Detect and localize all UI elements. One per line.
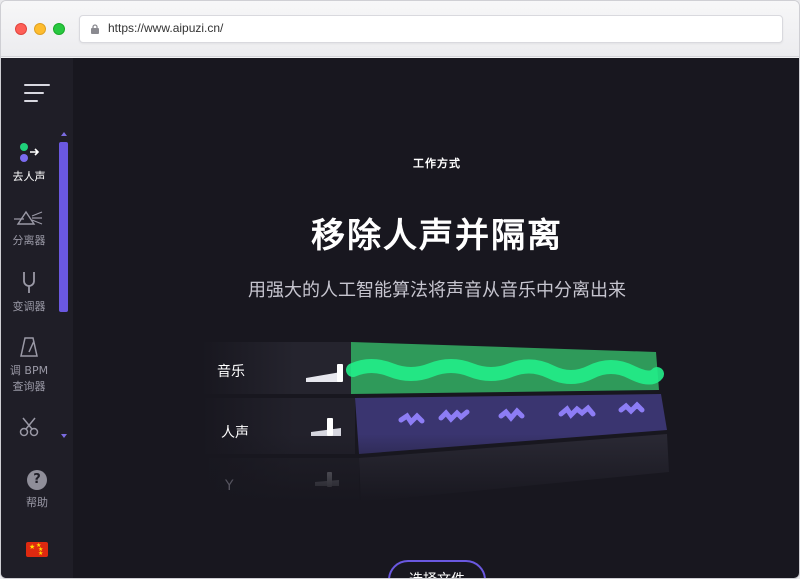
- china-flag-icon[interactable]: ★ ★ ★ ★: [26, 542, 48, 557]
- track-label-other: Y: [225, 478, 234, 494]
- sidebar-item-label: 去人声: [12, 170, 46, 183]
- scroll-up-arrow-icon[interactable]: [61, 132, 67, 136]
- lock-icon: [91, 24, 99, 34]
- menu-icon[interactable]: [24, 82, 50, 104]
- metronome-icon: [20, 337, 38, 357]
- sidebar-item-label: 变调器: [12, 300, 46, 313]
- browser-window: https://www.aipuzi.cn/ 去人声 分离器 变调器 调 BPM…: [0, 0, 800, 579]
- sidebar-item-bpm[interactable]: 调 BPM 查询器: [1, 336, 57, 394]
- page-title: 移除人声并隔离: [311, 216, 563, 256]
- main-content: 工作方式 移除人声并隔离 用强大的人工智能算法将声音从音乐中分离出来 音乐 人声…: [73, 58, 799, 578]
- sidebar-item-label: 查询器: [12, 380, 46, 393]
- splitter-icon: [14, 210, 43, 225]
- sidebar-item-label: 帮助: [26, 496, 48, 509]
- separation-demo-illustration: [201, 332, 671, 502]
- sidebar-item-splitter[interactable]: 分离器: [1, 208, 57, 248]
- browser-titlebar: https://www.aipuzi.cn/: [1, 1, 799, 57]
- choose-file-button[interactable]: 选择文件: [388, 560, 486, 578]
- tuning-fork-icon: [23, 272, 35, 293]
- sidebar-scrollbar[interactable]: [58, 128, 70, 448]
- scrollbar-thumb[interactable]: [59, 142, 68, 312]
- minimize-window-button[interactable]: [34, 23, 46, 35]
- section-eyebrow: 工作方式: [413, 157, 461, 170]
- track-label-vocals: 人声: [221, 425, 249, 441]
- sidebar-item-label: 分离器: [12, 234, 46, 247]
- web-page: 去人声 分离器 变调器 调 BPM 查询器 ? 帮助 ★ ★ ★ ★ 工作方式 …: [1, 58, 799, 578]
- sidebar: 去人声 分离器 变调器 调 BPM 查询器 ? 帮助 ★ ★ ★ ★: [1, 58, 73, 578]
- maximize-window-button[interactable]: [53, 23, 65, 35]
- page-subtitle: 用强大的人工智能算法将声音从音乐中分离出来: [248, 280, 626, 301]
- sidebar-item-remove-vocals[interactable]: 去人声: [1, 142, 57, 184]
- address-bar[interactable]: https://www.aipuzi.cn/: [79, 15, 783, 43]
- url-text: https://www.aipuzi.cn/: [108, 21, 224, 35]
- help-icon: ?: [27, 470, 47, 490]
- close-window-button[interactable]: [15, 23, 27, 35]
- remove-vocals-icon: [20, 143, 40, 162]
- sidebar-item-pitch[interactable]: 变调器: [1, 270, 57, 314]
- track-label-music: 音乐: [217, 364, 245, 380]
- sidebar-item-cutter[interactable]: [1, 416, 57, 442]
- scroll-down-arrow-icon[interactable]: [61, 434, 67, 438]
- sidebar-item-help[interactable]: ? 帮助: [13, 470, 61, 510]
- sidebar-item-label: 调 BPM: [9, 364, 49, 377]
- scissors-icon: [19, 417, 39, 437]
